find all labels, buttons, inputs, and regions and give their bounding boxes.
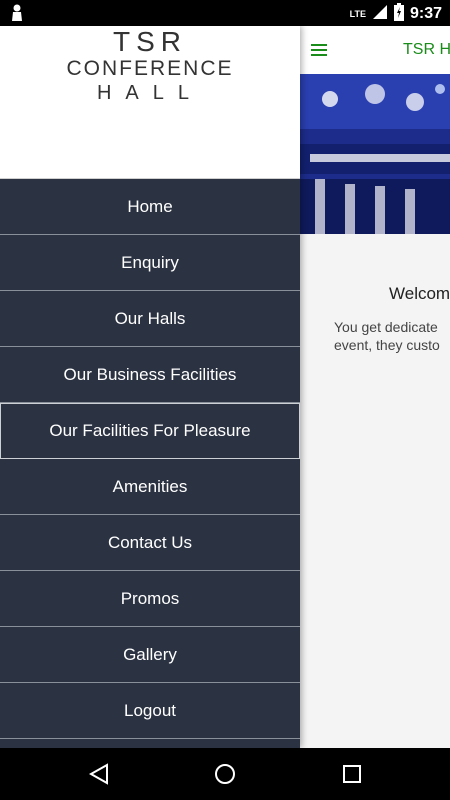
signal-icon: [372, 4, 388, 24]
menu-item-home[interactable]: Home: [0, 179, 300, 235]
main-content: TSR HA Welcom You get dedicate event, th…: [300, 26, 450, 748]
navigation-drawer: TSR CONFERENCE HALL Home Enquiry Our Hal…: [0, 26, 300, 748]
toolbar-title: TSR HA: [403, 41, 450, 58]
system-nav-bar: [0, 748, 450, 800]
home-icon[interactable]: [213, 762, 237, 791]
battery-icon: [393, 3, 404, 25]
logo-line-1: TSR: [113, 26, 187, 57]
menu-item-promos[interactable]: Promos: [0, 571, 300, 627]
desc-line-1: You get dedicate: [334, 319, 438, 335]
toolbar: TSR HA: [300, 26, 450, 75]
notification-icon: [10, 4, 24, 27]
menu-item-business-facilities[interactable]: Our Business Facilities: [0, 347, 300, 403]
menu-item-our-halls[interactable]: Our Halls: [0, 291, 300, 347]
back-icon[interactable]: [88, 762, 110, 791]
tsr-logo: TSR CONFERENCE HALL: [60, 26, 240, 105]
desc-line-2: event, they custo: [334, 337, 440, 353]
welcome-description: You get dedicate event, they custo: [334, 318, 440, 354]
menu-item-logout[interactable]: Logout: [0, 683, 300, 739]
status-time: 9:37: [409, 5, 442, 22]
status-bar: LTE 9:37: [0, 0, 450, 26]
drawer-header: TSR CONFERENCE HALL: [0, 26, 300, 179]
menu-item-amenities[interactable]: Amenities: [0, 459, 300, 515]
drawer-menu: Home Enquiry Our Halls Our Business Faci…: [0, 179, 300, 739]
menu-item-contact-us[interactable]: Contact Us: [0, 515, 300, 571]
hall-banner-image: [300, 74, 450, 234]
menu-item-facilities-for-pleasure[interactable]: Our Facilities For Pleasure: [0, 403, 300, 459]
hamburger-menu-icon[interactable]: [311, 43, 327, 61]
welcome-heading: Welcom: [389, 284, 450, 303]
logo-line-2: CONFERENCE: [66, 57, 234, 80]
recents-icon[interactable]: [341, 762, 363, 791]
logo-line-3: HALL: [96, 82, 204, 104]
menu-item-enquiry[interactable]: Enquiry: [0, 235, 300, 291]
menu-item-gallery[interactable]: Gallery: [0, 627, 300, 683]
network-type: LTE: [349, 9, 366, 19]
